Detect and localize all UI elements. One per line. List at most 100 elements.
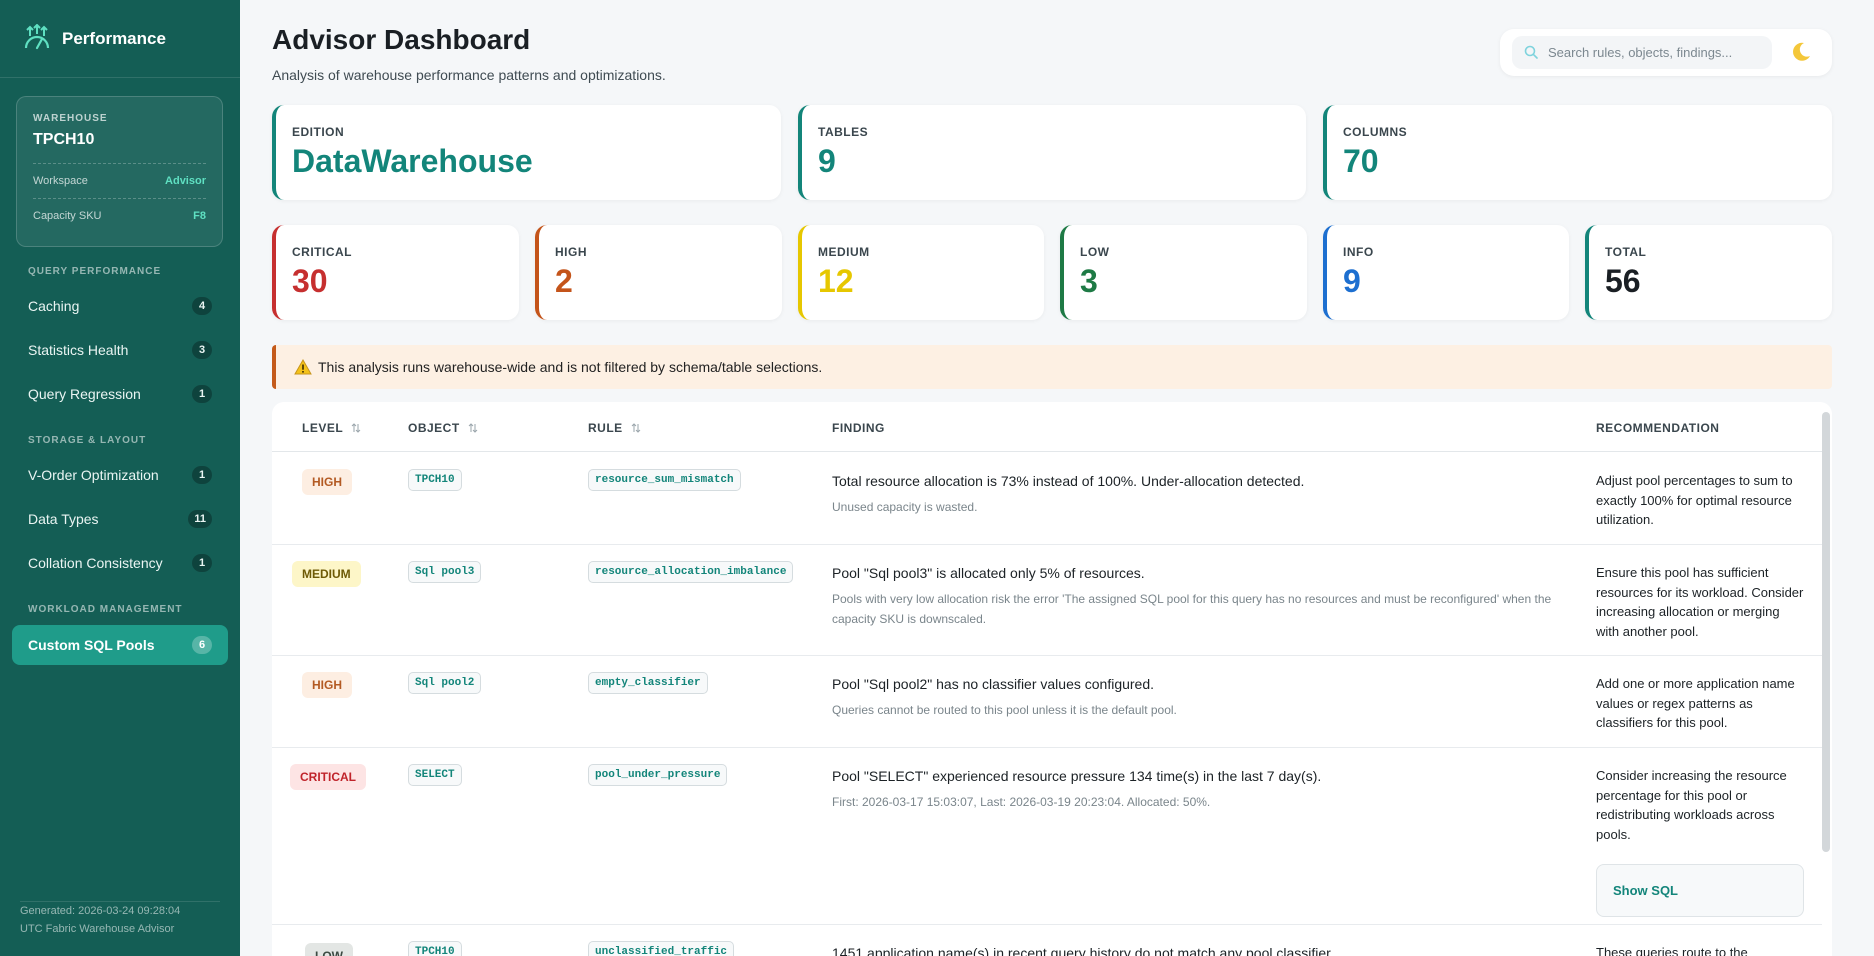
medium-card[interactable]: MEDIUM 12	[798, 225, 1044, 320]
sidebar-item-query-regression[interactable]: Query Regression 1	[12, 374, 228, 414]
rule-tag[interactable]: empty_classifier	[588, 672, 708, 694]
generated-footer: Generated: 2026-03-24 09:28:04 UTC Fabri…	[20, 901, 220, 938]
column-header-level[interactable]: LEVEL	[302, 421, 361, 435]
rule-tag[interactable]: resource_sum_mismatch	[588, 469, 741, 491]
table-row: CRITICAL SELECT pool_under_pressure Pool…	[272, 748, 1822, 925]
finding-text: Pool "Sql pool2" has no classifier value…	[832, 676, 1155, 692]
search-icon	[1524, 45, 1538, 59]
page-subtitle: Analysis of warehouse performance patter…	[272, 67, 666, 83]
object-tag[interactable]: TPCH10	[408, 469, 462, 491]
column-header-recommendation: RECOMMENDATION	[1596, 421, 1720, 435]
search-field[interactable]	[1512, 36, 1772, 69]
page-title: Advisor Dashboard	[272, 24, 531, 55]
sidebar-item-label: Query Regression	[28, 386, 141, 402]
level-badge: LOW	[305, 943, 353, 956]
section-workload-management: WORKLOAD MANAGEMENT	[28, 604, 183, 615]
card-value: 30	[292, 263, 328, 299]
object-tag[interactable]: Sql pool2	[408, 672, 482, 694]
generated-timestamp: Generated: 2026-03-24 09:28:04	[20, 905, 181, 917]
sidebar-item-data-types[interactable]: Data Types 11	[12, 499, 228, 539]
rule-tag[interactable]: resource_allocation_imbalance	[588, 561, 794, 583]
sidebar-item-count: 3	[192, 341, 212, 359]
level-badge: MEDIUM	[292, 561, 361, 587]
card-label: EDITION	[292, 125, 345, 139]
edition-card: EDITION DataWarehouse	[272, 105, 781, 200]
card-value: 9	[1343, 263, 1361, 299]
finding-cell: Pool "Sql pool3" is allocated only 5% of…	[832, 563, 1562, 629]
brand-title: Performance	[62, 28, 166, 48]
card-value: 9	[818, 143, 836, 179]
recommendation-cell: Add one or more application name values …	[1596, 676, 1795, 730]
card-value: 3	[1080, 263, 1098, 299]
sidebar-item-label: Statistics Health	[28, 342, 129, 358]
card-value: 70	[1343, 143, 1379, 179]
column-header-finding: FINDING	[832, 421, 885, 435]
info-card[interactable]: INFO 9	[1323, 225, 1569, 320]
section-storage-layout: STORAGE & LAYOUT	[28, 435, 147, 446]
object-tag[interactable]: SELECT	[408, 764, 462, 786]
finding-detail: Queries cannot be routed to this pool un…	[832, 703, 1177, 717]
warning-icon	[294, 359, 312, 375]
dark-mode-toggle-moon-icon[interactable]	[1790, 41, 1812, 63]
column-header-rule[interactable]: RULE	[588, 421, 641, 435]
finding-text: Pool "Sql pool3" is allocated only 5% of…	[832, 565, 1145, 581]
low-card[interactable]: LOW 3	[1060, 225, 1307, 320]
object-tag[interactable]: TPCH10	[408, 941, 462, 956]
tables-card: TABLES 9	[798, 105, 1306, 200]
search-input[interactable]	[1548, 45, 1758, 60]
critical-card[interactable]: CRITICAL 30	[272, 225, 519, 320]
generated-source: UTC Fabric Warehouse Advisor	[20, 923, 175, 935]
sidebar-item-caching[interactable]: Caching 4	[12, 286, 228, 326]
card-value: DataWarehouse	[292, 143, 533, 179]
finding-cell: Pool "Sql pool2" has no classifier value…	[832, 674, 1562, 720]
card-value: 12	[818, 263, 854, 299]
finding-cell: Total resource allocation is 73% instead…	[832, 471, 1562, 517]
sort-icon	[351, 423, 361, 433]
sidebar-item-custom-sql-pools[interactable]: Custom SQL Pools 6	[12, 625, 228, 665]
level-badge: CRITICAL	[290, 764, 366, 790]
search-bar	[1500, 29, 1832, 76]
capacity-sku-value: F8	[193, 210, 206, 222]
sidebar-item-collation-consistency[interactable]: Collation Consistency 1	[12, 543, 228, 583]
card-label: HIGH	[555, 245, 587, 259]
workspace-label: Workspace	[33, 175, 88, 187]
object-tag[interactable]: Sql pool3	[408, 561, 482, 583]
card-label: MEDIUM	[818, 245, 870, 259]
rule-tag[interactable]: unclassified_traffic	[588, 941, 735, 956]
card-label: CRITICAL	[292, 245, 352, 259]
finding-detail: Pools with very low allocation risk the …	[832, 592, 1552, 626]
sort-icon	[631, 423, 641, 433]
finding-text: Total resource allocation is 73% instead…	[832, 473, 1305, 489]
finding-cell: Pool "SELECT" experienced resource press…	[832, 766, 1562, 812]
table-row: MEDIUM Sql pool3 resource_allocation_imb…	[272, 545, 1822, 656]
column-header-object[interactable]: OBJECT	[408, 421, 478, 435]
workspace-value: Advisor	[165, 175, 206, 187]
recommendation-text: Consider increasing the resource percent…	[1596, 768, 1787, 842]
sidebar-item-label: V-Order Optimization	[28, 467, 159, 483]
sidebar-item-label: Collation Consistency	[28, 555, 163, 571]
card-label: COLUMNS	[1343, 125, 1408, 139]
high-card[interactable]: HIGH 2	[535, 225, 782, 320]
sidebar-item-count: 1	[192, 385, 212, 403]
sidebar: Performance WAREHOUSE TPCH10 Workspace A…	[0, 0, 240, 956]
table-row: LOW TPCH10 unclassified_traffic 1451 app…	[272, 925, 1822, 956]
level-badge: HIGH	[302, 672, 352, 698]
rule-tag[interactable]: pool_under_pressure	[588, 764, 728, 786]
brand[interactable]: Performance	[0, 0, 240, 78]
table-scrollbar[interactable]	[1822, 412, 1830, 852]
sidebar-item-label: Data Types	[28, 511, 99, 527]
sidebar-item-v-order-optimization[interactable]: V-Order Optimization 1	[12, 455, 228, 495]
sidebar-item-statistics-health[interactable]: Statistics Health 3	[12, 330, 228, 370]
performance-logo-icon	[24, 23, 50, 49]
show-sql-button[interactable]: Show SQL	[1596, 864, 1804, 917]
card-label: TOTAL	[1605, 245, 1647, 259]
recommendation-cell: These queries route to the	[1596, 945, 1748, 956]
table-header: LEVEL OBJECT RULE FINDING RECOMMENDATION	[272, 402, 1822, 452]
sidebar-item-count: 11	[188, 510, 212, 528]
warehouse-card: WAREHOUSE TPCH10 Workspace Advisor Capac…	[16, 96, 223, 247]
level-badge: HIGH	[302, 469, 352, 495]
finding-text: Pool "SELECT" experienced resource press…	[832, 768, 1322, 784]
total-card[interactable]: TOTAL 56	[1585, 225, 1832, 320]
finding-cell: 1451 application name(s) in recent query…	[832, 943, 1562, 956]
table-row: HIGH TPCH10 resource_sum_mismatch Total …	[272, 453, 1822, 545]
